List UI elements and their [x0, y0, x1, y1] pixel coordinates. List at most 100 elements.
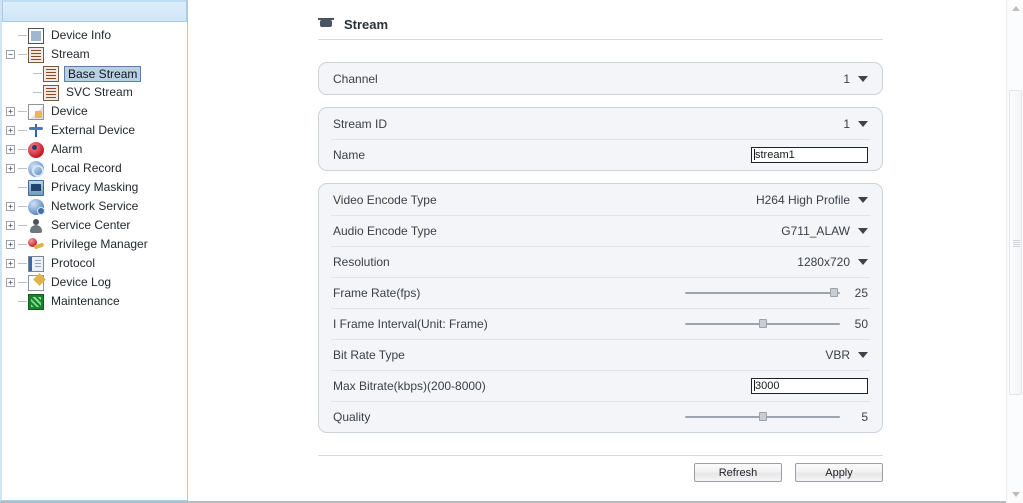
sidebar-item-network-service[interactable]: + Network Service — [4, 197, 187, 216]
tree-guide-line — [33, 64, 43, 83]
tree-toggle-collapse[interactable]: − — [6, 50, 15, 59]
stream-name-value: stream1 — [755, 148, 795, 161]
tree-toggle-none — [6, 297, 15, 306]
i-frame-interval-slider[interactable] — [685, 317, 840, 331]
chevron-down-icon — [858, 120, 868, 127]
sidebar-item-svc-stream[interactable]: SVC Stream — [4, 83, 187, 102]
slider-thumb[interactable] — [758, 318, 767, 328]
navigation-tree: Device Info − Stream Base Stream SVC Str… — [2, 22, 187, 311]
audio-encode-type-dropdown[interactable]: G711_ALAW — [781, 224, 868, 238]
quality-slider[interactable] — [685, 410, 840, 424]
tree-guide-line — [18, 292, 28, 311]
tree-toggle-expand[interactable]: + — [6, 126, 15, 135]
apply-button[interactable]: Apply — [795, 463, 883, 482]
sidebar-item-stream[interactable]: − Stream — [4, 45, 187, 64]
sidebar-item-device[interactable]: + Device — [4, 102, 187, 121]
max-bitrate-input[interactable]: 3000 — [751, 377, 868, 394]
tree-toggle-expand[interactable]: + — [6, 107, 15, 116]
i-frame-interval-value: 50 — [854, 316, 868, 331]
stream-icon — [43, 84, 59, 101]
local-record-icon — [28, 160, 44, 177]
sidebar-item-privacy-masking[interactable]: Privacy Masking — [4, 178, 187, 197]
channel-row[interactable]: Channel 1 — [319, 63, 882, 94]
sidebar-item-external-device[interactable]: + External Device — [4, 121, 187, 140]
video-encode-type-row[interactable]: Video Encode Type H264 High Profile — [319, 184, 882, 215]
sidebar-item-protocol[interactable]: + Protocol — [4, 254, 187, 273]
tree-toggle-none — [6, 183, 15, 192]
bit-rate-type-row[interactable]: Bit Rate Type VBR — [319, 339, 882, 370]
channel-label: Channel — [333, 71, 378, 86]
stream-page-icon — [318, 17, 334, 33]
tree-guide-line — [18, 235, 28, 254]
sidebar-item-base-stream[interactable]: Base Stream — [4, 64, 187, 83]
action-bar: Refresh Apply — [318, 463, 883, 482]
bit-rate-type-value: VBR — [825, 347, 850, 362]
vertical-scrollbar[interactable] — [1006, 0, 1023, 503]
device-log-icon — [28, 274, 44, 291]
tree-guide-line — [18, 178, 28, 197]
quality-label: Quality — [333, 409, 371, 424]
sidebar-item-label: Device — [51, 104, 88, 118]
maintenance-icon — [28, 293, 44, 310]
tree-toggle-expand[interactable]: + — [6, 221, 15, 230]
tree-guide-line — [18, 102, 28, 121]
sidebar-item-device-info[interactable]: Device Info — [4, 26, 187, 45]
i-frame-interval-label: I Frame Interval(Unit: Frame) — [333, 316, 488, 331]
sidebar-item-service-center[interactable]: + Service Center — [4, 216, 187, 235]
sidebar-item-label: Device Log — [51, 275, 112, 289]
sidebar-item-maintenance[interactable]: Maintenance — [4, 292, 187, 311]
tree-guide-line — [18, 121, 28, 140]
sidebar-item-label: External Device — [51, 123, 136, 137]
audio-encode-type-row[interactable]: Audio Encode Type G711_ALAW — [319, 215, 882, 246]
audio-encode-type-value: G711_ALAW — [781, 223, 850, 238]
video-encode-type-dropdown[interactable]: H264 High Profile — [756, 193, 868, 207]
scroll-down-arrow-icon[interactable] — [1008, 487, 1023, 502]
sidebar-item-privilege-manager[interactable]: + Privilege Manager — [4, 235, 187, 254]
scroll-up-arrow-icon[interactable] — [1008, 1, 1023, 16]
tree-toggle-none — [21, 69, 30, 78]
external-device-icon — [28, 123, 44, 139]
i-frame-interval-row: I Frame Interval(Unit: Frame) 50 — [319, 308, 882, 339]
sidebar-item-alarm[interactable]: + Alarm — [4, 140, 187, 159]
stream-id-row[interactable]: Stream ID 1 — [319, 108, 882, 139]
video-encode-type-value: H264 High Profile — [755, 192, 850, 207]
bit-rate-type-dropdown[interactable]: VBR — [825, 348, 868, 362]
tree-toggle-none — [21, 88, 30, 97]
audio-encode-type-label: Audio Encode Type — [333, 223, 437, 238]
sidebar-item-label: Local Record — [51, 161, 122, 175]
frame-rate-label: Frame Rate(fps) — [333, 285, 421, 300]
sidebar-item-label: Service Center — [51, 218, 131, 232]
slider-thumb[interactable] — [758, 411, 767, 421]
tree-toggle-expand[interactable]: + — [6, 240, 15, 249]
stream-id-dropdown[interactable]: 1 — [843, 117, 868, 131]
tree-toggle-expand[interactable]: + — [6, 164, 15, 173]
service-center-icon — [28, 218, 44, 234]
slider-thumb[interactable] — [829, 287, 838, 297]
channel-dropdown[interactable]: 1 — [843, 72, 868, 86]
navigation-sidebar: Device Info − Stream Base Stream SVC Str… — [0, 0, 188, 501]
chevron-down-icon — [858, 196, 868, 203]
stream-name-field-wrap: stream1 — [751, 146, 868, 163]
resolution-dropdown[interactable]: 1280x720 — [797, 255, 868, 269]
max-bitrate-label: Max Bitrate(kbps)(200-8000) — [333, 378, 486, 393]
max-bitrate-field-wrap: 3000 — [751, 377, 868, 394]
tree-toggle-expand[interactable]: + — [6, 259, 15, 268]
tree-toggle-expand[interactable]: + — [6, 278, 15, 287]
resolution-label: Resolution — [333, 254, 390, 269]
sidebar-item-local-record[interactable]: + Local Record — [4, 159, 187, 178]
stream-name-input[interactable]: stream1 — [751, 146, 868, 163]
resolution-value: 1280x720 — [797, 254, 850, 269]
max-bitrate-value: 3000 — [755, 379, 780, 392]
scrollbar-thumb[interactable] — [1009, 90, 1022, 395]
frame-rate-slider[interactable] — [685, 286, 840, 300]
tree-toggle-expand[interactable]: + — [6, 145, 15, 154]
tree-guide-line — [33, 83, 43, 102]
protocol-icon — [28, 255, 44, 272]
tree-guide-line — [18, 216, 28, 235]
tree-guide-line — [18, 159, 28, 178]
sidebar-item-device-log[interactable]: + Device Log — [4, 273, 187, 292]
tree-toggle-expand[interactable]: + — [6, 202, 15, 211]
resolution-row[interactable]: Resolution 1280x720 — [319, 246, 882, 277]
refresh-button[interactable]: Refresh — [694, 463, 782, 482]
frame-rate-control: 25 — [685, 286, 868, 300]
